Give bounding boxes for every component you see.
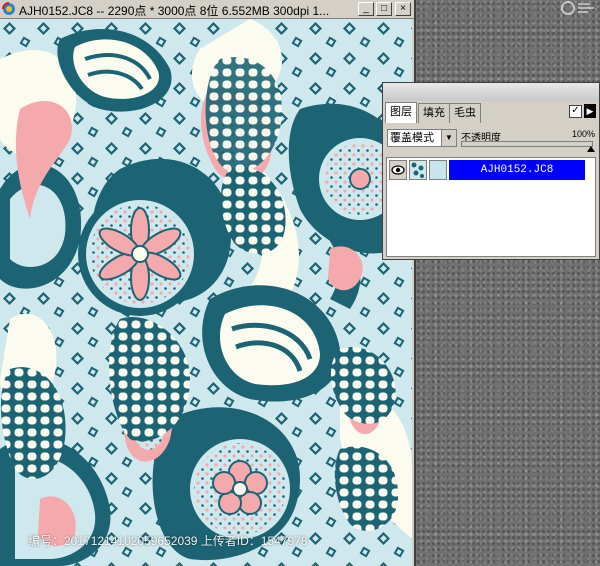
maximize-button[interactable]: □ — [376, 2, 392, 16]
layer-row[interactable]: AJH0152.JC8 — [387, 160, 595, 182]
floral-pattern-artwork — [0, 19, 412, 566]
window-titlebar[interactable]: AJH0152.JC8 -- 2290点 * 3000点 8位 6.552MB … — [0, 0, 414, 19]
blend-mode-value: 覆盖模式 — [390, 132, 434, 144]
minimize-button[interactable]: _ — [358, 2, 374, 16]
close-button[interactable]: × — [395, 2, 411, 16]
pattern-thumbnail-icon[interactable] — [409, 160, 427, 180]
layers-panel: 图层 填充 毛虫 ✓ ▶ 覆盖模式 ▼ 不透明度 100% AJH0152.JC… — [382, 82, 600, 260]
panel-drag-handle[interactable] — [383, 83, 599, 101]
panel-checkbox[interactable]: ✓ — [569, 105, 582, 118]
blend-mode-select[interactable]: 覆盖模式 ▼ — [387, 129, 457, 147]
layer-mask-thumbnail[interactable] — [429, 160, 447, 180]
app-logo-icon — [2, 2, 15, 15]
panel-menu-arrow-icon[interactable]: ▶ — [584, 104, 596, 118]
chevron-down-icon[interactable]: ▼ — [441, 130, 456, 146]
window-title: AJH0152.JC8 -- 2290点 * 3000点 8位 6.552MB … — [19, 4, 330, 18]
document-window: AJH0152.JC8 -- 2290点 * 3000点 8位 6.552MB … — [0, 0, 416, 566]
eye-icon[interactable] — [389, 160, 407, 180]
site-logo-icon — [561, 1, 594, 15]
opacity-slider-thumb[interactable] — [587, 146, 595, 152]
opacity-slider[interactable] — [461, 141, 595, 152]
layer-name[interactable]: AJH0152.JC8 — [449, 160, 585, 180]
tab-layers[interactable]: 图层 — [385, 102, 417, 123]
opacity-slider-fill — [462, 142, 592, 146]
tab-caterpillar[interactable]: 毛虫 — [449, 103, 481, 123]
design-canvas[interactable] — [0, 19, 412, 566]
tab-fill[interactable]: 填充 — [418, 103, 450, 123]
layer-list: AJH0152.JC8 — [386, 157, 596, 257]
watermark-text: 编号：20171214102059652039 上传者ID：1547978 — [28, 534, 308, 548]
opacity-value: 100% — [571, 129, 595, 139]
